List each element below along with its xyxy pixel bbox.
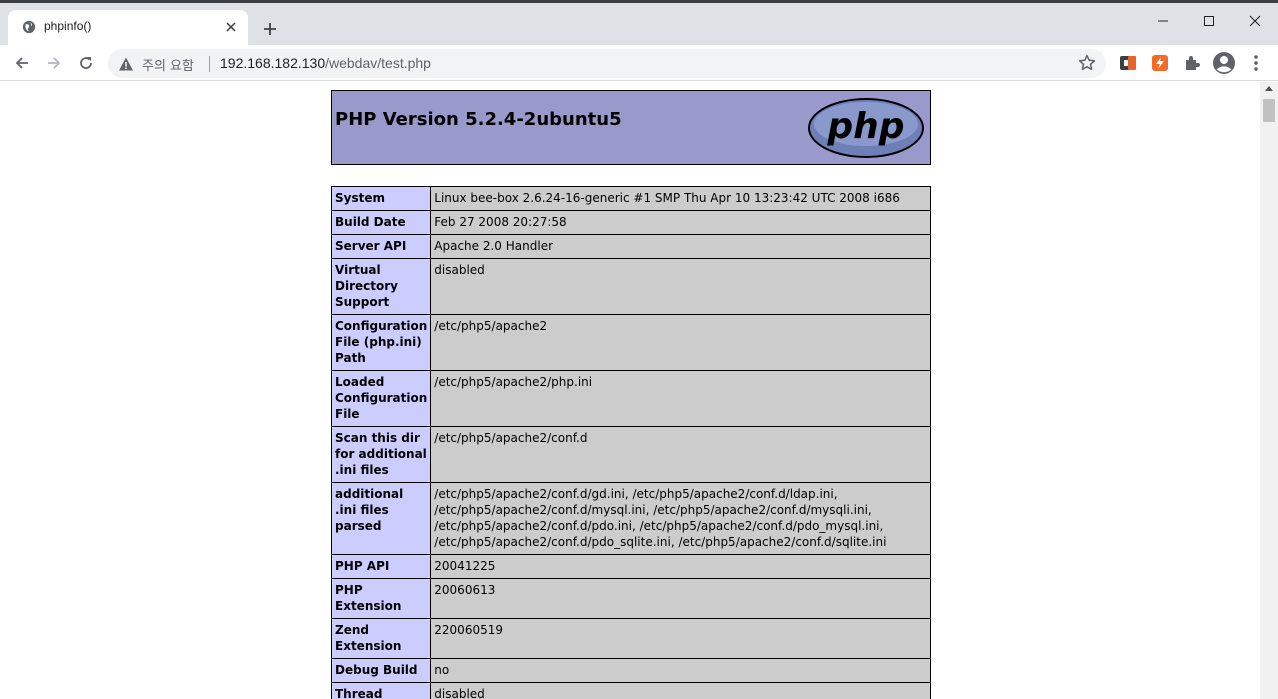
row-value: disabled <box>430 682 931 699</box>
table-row: Zend Extension 220060519 <box>330 618 931 659</box>
extension-icon[interactable] <box>1150 53 1170 73</box>
php-logo-text: php <box>826 106 904 147</box>
row-key: Virtual Directory Support <box>330 258 432 315</box>
table-row: Configuration File (php.ini) Path/etc/ph… <box>330 314 931 371</box>
row-key: Thread Safety <box>330 682 432 699</box>
tab-phpinfo[interactable]: phpinfo() <box>8 10 248 45</box>
vertical-scrollbar[interactable] <box>1260 82 1278 699</box>
page-title: PHP Version 5.2.4-2ubuntu5 <box>335 109 622 130</box>
row-key: Configuration File (php.ini) Path <box>330 314 432 371</box>
minimize-icon[interactable] <box>1140 6 1186 36</box>
table-row: Scan this dir for additional .ini files /… <box>330 426 931 483</box>
table-row: Loaded Configuration File/etc/php5/apach… <box>330 370 931 427</box>
row-value: /etc/php5/apache2/conf.d <box>430 426 931 483</box>
table-row: Thread Safetydisabled <box>330 682 931 699</box>
globe-icon <box>22 20 36 34</box>
row-key: Build Date <box>330 210 432 235</box>
maximize-icon[interactable] <box>1186 6 1232 36</box>
row-key: PHP Extension <box>330 578 432 619</box>
row-key: Loaded Configuration File <box>330 370 432 427</box>
address-bar[interactable]: 주의 요함 192.168.182.130/webdav/test.php <box>108 49 1106 78</box>
extension-icon[interactable] <box>1118 53 1138 73</box>
info-table: System Linux bee-box 2.6.24-16-generic #1… <box>330 186 931 699</box>
table-row: Debug Build no <box>330 658 931 683</box>
menu-icon[interactable] <box>1246 53 1266 73</box>
tab-title: phpinfo() <box>44 19 92 33</box>
security-label[interactable]: 주의 요함 <box>142 55 194 74</box>
php-logo: php <box>808 98 924 158</box>
row-key: Zend Extension <box>330 618 432 659</box>
table-row: PHP API 20041225 <box>330 554 931 579</box>
browser-toolbar: 주의 요함 192.168.182.130/webdav/test.php <box>0 45 1278 81</box>
table-row: System Linux bee-box 2.6.24-16-generic #1… <box>330 186 931 211</box>
row-value: /etc/php5/apache2 <box>430 314 931 371</box>
table-row: Server API Apache 2.0 Handler <box>330 234 931 259</box>
row-key: additional .ini files parsed <box>330 482 432 555</box>
row-value: no <box>430 658 931 683</box>
puzzle-icon[interactable] <box>1182 53 1202 73</box>
row-value: Apache 2.0 Handler <box>430 234 931 259</box>
row-value: 20060613 <box>430 578 931 619</box>
row-value: disabled <box>430 258 931 315</box>
reload-icon[interactable] <box>72 49 100 77</box>
url-path: /webdav/test.php <box>325 55 431 71</box>
omnibox-divider <box>209 56 210 72</box>
page-content: PHP Version 5.2.4-2ubuntu5 php System Lin… <box>0 82 1260 699</box>
row-key: Scan this dir for additional .ini files <box>330 426 432 483</box>
close-window-icon[interactable] <box>1232 6 1278 36</box>
profile-icon[interactable] <box>1212 51 1236 75</box>
php-header: PHP Version 5.2.4-2ubuntu5 php <box>331 90 931 165</box>
plus-icon[interactable] <box>258 17 282 41</box>
url-host: 192.168.182.130 <box>220 55 326 71</box>
back-icon[interactable] <box>8 49 36 77</box>
star-icon[interactable] <box>1078 54 1096 72</box>
row-key: PHP API <box>330 554 432 579</box>
row-value: 220060519 <box>430 618 931 659</box>
scroll-up-icon[interactable] <box>1265 86 1273 91</box>
scroll-thumb[interactable] <box>1263 99 1275 122</box>
row-value: Linux bee-box 2.6.24-16-generic #1 SMP T… <box>430 186 931 211</box>
warning-icon[interactable] <box>118 56 134 72</box>
row-key: Debug Build <box>330 658 432 683</box>
table-row: additional .ini files parsed/etc/php5/ap… <box>330 482 931 555</box>
forward-icon[interactable] <box>40 49 68 77</box>
tab-strip: phpinfo() <box>0 3 1278 45</box>
row-key: System <box>330 186 432 211</box>
row-value: Feb 27 2008 20:27:58 <box>430 210 931 235</box>
table-row: Virtual Directory Support disabled <box>330 258 931 315</box>
table-row: Build Date Feb 27 2008 20:27:58 <box>330 210 931 235</box>
close-icon[interactable] <box>222 18 240 36</box>
row-value: /etc/php5/apache2/conf.d/gd.ini, /etc/ph… <box>430 482 931 555</box>
row-value: 20041225 <box>430 554 931 579</box>
row-value: /etc/php5/apache2/php.ini <box>430 370 931 427</box>
table-row: PHP Extension 20060613 <box>330 578 931 619</box>
url-text[interactable]: 192.168.182.130/webdav/test.php <box>220 55 431 71</box>
row-key: Server API <box>330 234 432 259</box>
